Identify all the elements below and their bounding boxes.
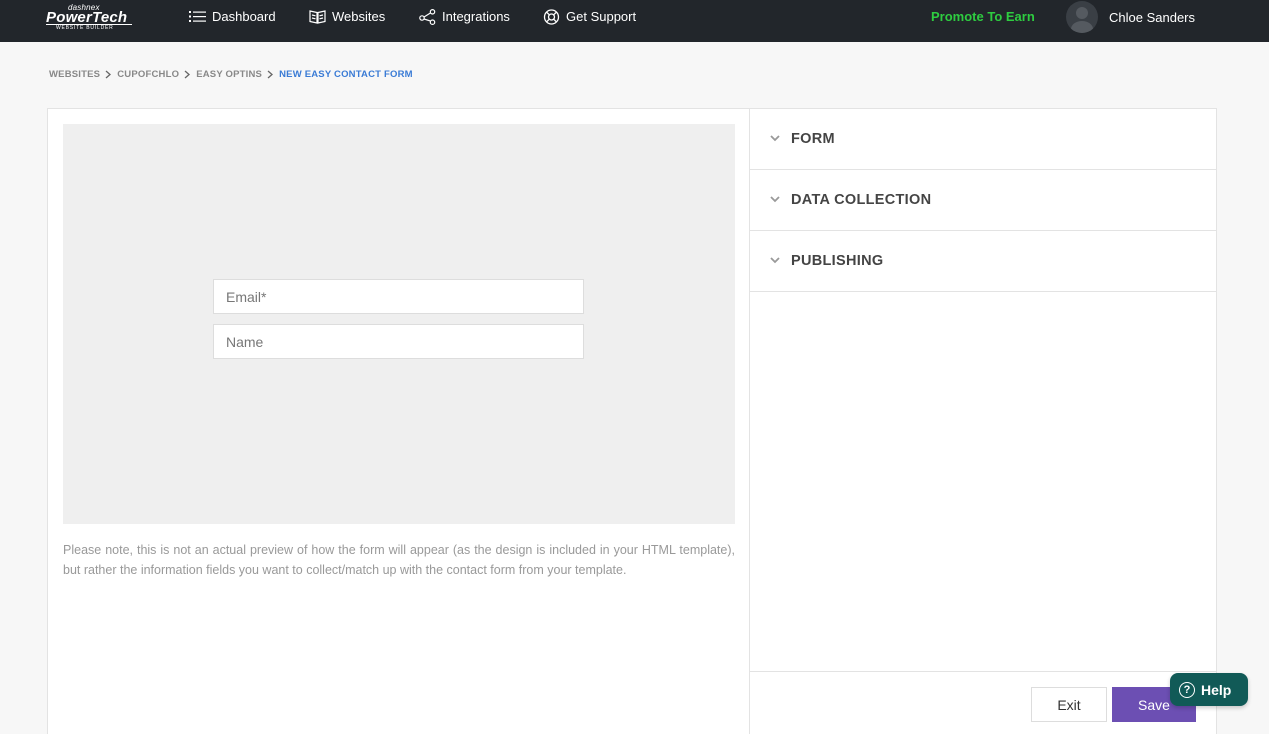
section-publishing[interactable]: PUBLISHING bbox=[750, 231, 1217, 292]
nav-dashboard-label: Dashboard bbox=[212, 9, 276, 24]
nav-websites-label: Websites bbox=[332, 9, 386, 24]
chevron-right-icon bbox=[267, 70, 274, 79]
breadcrumb-websites[interactable]: WEBSITES bbox=[49, 69, 100, 80]
chevron-down-icon bbox=[770, 196, 780, 203]
actions-divider bbox=[750, 671, 1217, 672]
book-icon bbox=[309, 10, 326, 24]
section-form[interactable]: FORM bbox=[750, 109, 1217, 170]
user-name: Chloe Sanders bbox=[1109, 9, 1195, 25]
help-label: Help bbox=[1201, 681, 1232, 698]
powertech-logo[interactable]: dashnex PowerTech WEBSITE BUILDER bbox=[46, 3, 136, 33]
section-data-collection-label: DATA COLLECTION bbox=[791, 192, 932, 208]
nav-integrations[interactable]: Integrations bbox=[419, 0, 510, 33]
main-panel: Please note, this is not an actual previ… bbox=[47, 108, 1217, 734]
breadcrumb-easy-optins[interactable]: EASY OPTINS bbox=[196, 69, 262, 80]
nav-integrations-label: Integrations bbox=[442, 9, 510, 24]
nav-websites[interactable]: Websites bbox=[309, 0, 385, 33]
preview-note: Please note, this is not an actual previ… bbox=[63, 543, 735, 577]
chevron-right-icon bbox=[184, 70, 191, 79]
user-menu[interactable]: Chloe Sanders bbox=[1066, 0, 1195, 34]
chevron-down-icon bbox=[770, 135, 780, 142]
share-icon bbox=[419, 8, 436, 25]
list-icon bbox=[189, 11, 206, 22]
promote-to-earn-link[interactable]: Promote To Earn bbox=[931, 0, 1035, 33]
exit-button[interactable]: Exit bbox=[1031, 687, 1107, 722]
avatar bbox=[1066, 1, 1098, 33]
section-publishing-label: PUBLISHING bbox=[791, 253, 884, 269]
email-field[interactable] bbox=[213, 279, 584, 314]
chevron-right-icon bbox=[105, 70, 112, 79]
top-navbar: dashnex PowerTech WEBSITE BUILDER Dashbo… bbox=[0, 0, 1269, 42]
breadcrumb-current: NEW EASY CONTACT FORM bbox=[279, 69, 413, 80]
logo-tagline: WEBSITE BUILDER bbox=[56, 25, 114, 31]
lifebuoy-icon bbox=[543, 8, 560, 25]
form-preview bbox=[63, 124, 735, 524]
breadcrumb-cupofchlo[interactable]: CUPOFCHLO bbox=[117, 69, 179, 80]
question-icon: ? bbox=[1179, 681, 1195, 698]
breadcrumb: WEBSITES CUPOFCHLO EASY OPTINS NEW EASY … bbox=[49, 69, 413, 80]
chevron-down-icon bbox=[770, 257, 780, 264]
section-form-label: FORM bbox=[791, 131, 835, 147]
nav-get-support[interactable]: Get Support bbox=[543, 0, 636, 33]
nav-dashboard[interactable]: Dashboard bbox=[189, 0, 276, 33]
section-data-collection[interactable]: DATA COLLECTION bbox=[750, 170, 1217, 231]
nav-get-support-label: Get Support bbox=[566, 9, 637, 24]
help-button[interactable]: ? Help bbox=[1170, 673, 1248, 706]
name-field[interactable] bbox=[213, 324, 584, 359]
